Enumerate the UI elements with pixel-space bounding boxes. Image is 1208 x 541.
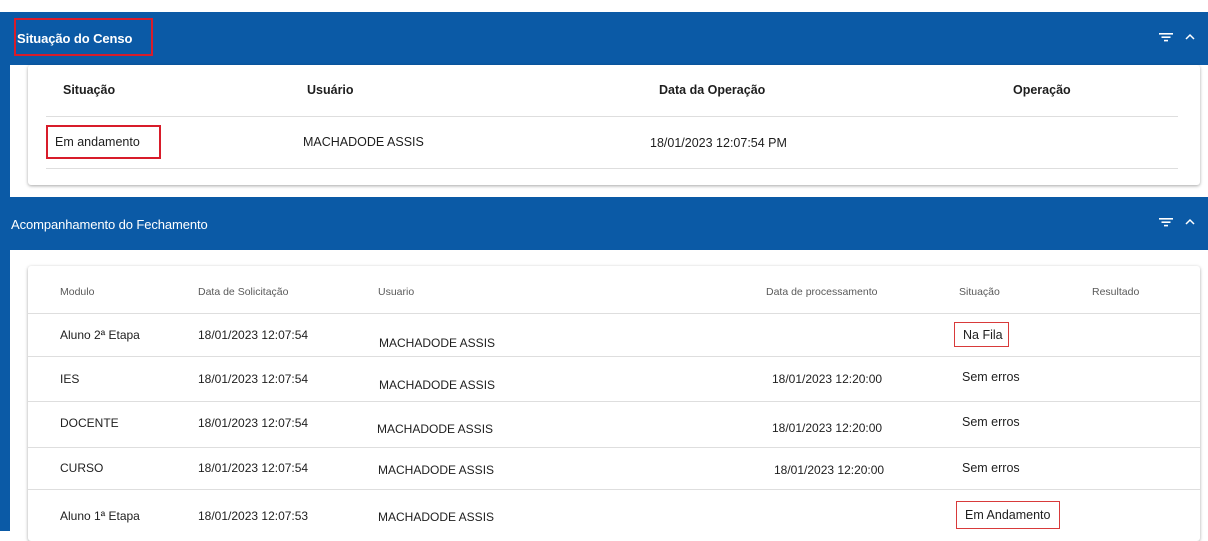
census-data-operacao-value: 18/01/2023 12:07:54 PM (650, 136, 787, 150)
row-modulo: CURSO (60, 461, 104, 475)
column-header-data-solicitacao: Data de Solicitação (198, 286, 289, 298)
filter-icon[interactable] (1158, 214, 1174, 230)
row-modulo: Aluno 2ª Etapa (60, 328, 140, 342)
status-highlight (954, 322, 1009, 347)
row-situacao: Sem erros (962, 415, 1020, 429)
column-header-usuario: Usuário (307, 83, 354, 97)
row-data-solicitacao: 18/01/2023 12:07:54 (198, 328, 309, 342)
table-divider (28, 447, 1200, 448)
chevron-up-icon[interactable] (1182, 214, 1198, 230)
row-modulo: DOCENTE (60, 416, 119, 430)
census-title-highlight (14, 18, 153, 56)
column-header-operacao: Operação (1013, 83, 1071, 97)
table-divider (28, 356, 1200, 357)
row-modulo: Aluno 1ª Etapa (60, 509, 140, 523)
row-usuario: MACHADODE ASSIS (379, 336, 496, 350)
row-data-solicitacao: 18/01/2023 12:07:54 (198, 416, 309, 430)
left-frame-border (0, 12, 10, 531)
census-table: Situação Usuário Data da Operação Operaç… (28, 65, 1200, 185)
table-divider (46, 116, 1178, 117)
closing-table: Modulo Data de Solicitação Usuario Data … (28, 266, 1200, 541)
closing-panel-title: Acompanhamento do Fechamento (11, 217, 208, 232)
table-divider (28, 313, 1200, 314)
census-usuario-value: MACHADODE ASSIS (303, 135, 424, 149)
row-usuario: MACHADODE ASSIS (378, 463, 495, 477)
closing-panel-header: Acompanhamento do Fechamento (10, 197, 1208, 250)
column-header-usuario: Usuario (378, 286, 415, 298)
closing-panel-tools (1158, 214, 1198, 230)
column-header-situacao: Situação (63, 83, 116, 97)
census-panel-tools (1158, 29, 1198, 45)
table-divider (28, 401, 1200, 402)
row-usuario: MACHADODE ASSIS (379, 378, 496, 392)
row-usuario: MACHADODE ASSIS (378, 510, 495, 524)
row-data-solicitacao: 18/01/2023 12:07:53 (198, 509, 309, 523)
column-header-resultado: Resultado (1092, 286, 1140, 298)
row-data-solicitacao: 18/01/2023 12:07:54 (198, 461, 309, 475)
status-highlight (46, 125, 161, 159)
column-header-data-processamento: Data de processamento (766, 286, 878, 298)
row-data-processamento: 18/01/2023 12:20:00 (772, 421, 883, 435)
row-data-processamento: 18/01/2023 12:20:00 (772, 372, 883, 386)
census-panel-header: Situação do Censo (10, 12, 1208, 65)
row-usuario: MACHADODE ASSIS (377, 422, 494, 436)
row-situacao: Sem erros (962, 370, 1020, 384)
row-modulo: IES (60, 372, 80, 386)
status-highlight (956, 501, 1060, 529)
row-data-solicitacao: 18/01/2023 12:07:54 (198, 372, 309, 386)
column-header-data-operacao: Data da Operação (659, 83, 766, 97)
column-header-situacao: Situação (959, 286, 1000, 298)
row-data-processamento: 18/01/2023 12:20:00 (774, 463, 885, 477)
filter-icon[interactable] (1158, 29, 1174, 45)
row-situacao: Sem erros (962, 461, 1020, 475)
table-divider (46, 168, 1178, 169)
column-header-modulo: Modulo (60, 286, 95, 298)
chevron-up-icon[interactable] (1182, 29, 1198, 45)
table-divider (28, 489, 1200, 490)
